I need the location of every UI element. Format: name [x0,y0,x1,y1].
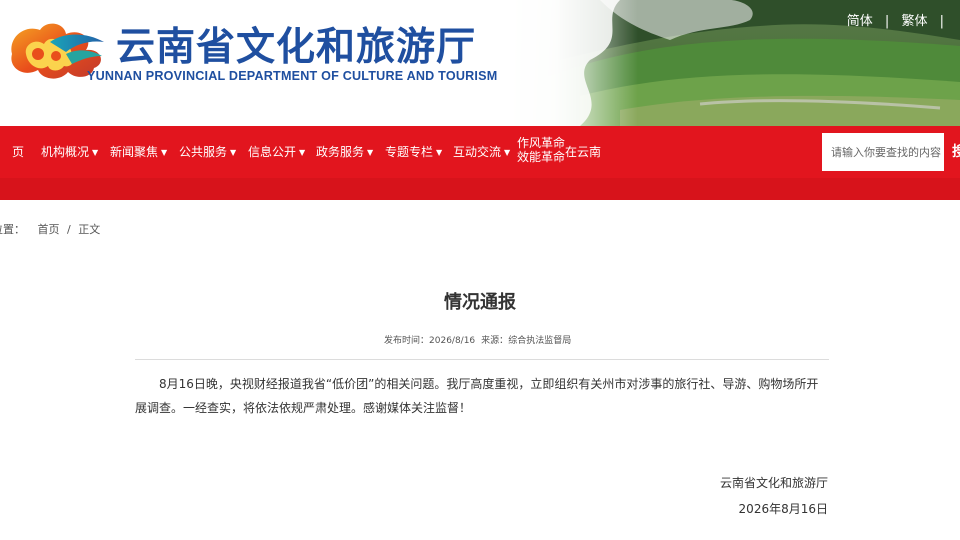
nav-item-in-yunnan[interactable]: 在云南 [565,143,601,161]
nav-item-label: 政务服务 [316,145,365,159]
article-title: 情况通报 [444,292,516,313]
signature-organization: 云南省文化和旅游厅 [719,476,828,490]
nav-item-line1: 作风革命 [517,136,566,150]
breadcrumb-prefix: 位置： [0,223,25,236]
source-label: 来源： [481,336,509,346]
nav-item-label: 在云南 [565,145,602,159]
chevron-down-icon: ▼ [230,148,237,157]
nav-item-news[interactable]: 新闻聚焦 ▼ [110,143,167,161]
title-divider [135,359,829,360]
article-meta: 发布时间：2026/8/16 来源：综合执法监督局 [384,333,571,346]
traditional-chinese-link[interactable]: 繁体 [901,10,927,29]
nav-item-work-style-revolution[interactable]: 作风革命 效能革命 [517,136,565,164]
nav-item-organization[interactable]: 机构概况 ▼ [41,143,98,161]
search-input[interactable] [822,133,944,171]
chevron-down-icon: ▼ [92,148,99,157]
nav-item-government-service[interactable]: 政务服务 ▼ [316,143,373,161]
source-value: 综合执法监督局 [508,336,572,346]
nav-item-interaction[interactable]: 互动交流 ▼ [453,143,510,161]
nav-item-label: 专题专栏 [385,145,434,159]
publish-time-value: 2026/8/16 [429,336,476,346]
search-button[interactable]: 搜索 [946,133,960,171]
nav-item-special-topics[interactable]: 专题专栏 ▼ [385,143,442,161]
site-header: 云南省文化和旅游厅 YUNNAN PROVINCIAL DEPARTMENT O… [0,0,960,126]
nav-item-label: 信息公开 [248,145,297,159]
site-title-cn[interactable]: 云南省文化和旅游厅 [116,16,476,72]
signature-date: 2026年8月16日 [738,502,828,516]
breadcrumb-home-link[interactable]: 首页 [38,223,60,236]
lang-separator-trailing: | [939,14,944,29]
language-switch: 简体 | 繁体 | [847,10,952,29]
site-title-en: YUNNAN PROVINCIAL DEPARTMENT OF CULTURE … [87,69,498,83]
main-nav-bar: 页 机构概况 ▼ 新闻聚焦 ▼ 公共服务 ▼ 信息公开 ▼ 政务服务 ▼ 专题专栏 ▼ 互动… [0,126,960,200]
chevron-down-icon: ▼ [299,148,306,157]
nav-item-label: 互动交流 [453,145,502,159]
chevron-down-icon: ▼ [436,148,443,157]
nav-bottom-band [0,178,960,200]
breadcrumb-separator: / [67,223,71,236]
nav-item-public-service[interactable]: 公共服务 ▼ [179,143,236,161]
chevron-down-icon: ▼ [504,148,511,157]
nav-item-home[interactable]: 页 [12,143,24,161]
nav-item-line2: 效能革命 [517,150,566,164]
breadcrumb-current: 正文 [78,223,101,236]
article-body: 8月16日晚，央视财经报道我省“低价团”的相关问题。我厅高度重视，立即组织有关州… [135,377,819,415]
nav-item-home-label: 页 [12,145,25,159]
nav-item-label: 公共服务 [179,145,228,159]
simplified-chinese-link[interactable]: 简体 [847,10,873,29]
publish-time-label: 发布时间： [384,336,430,346]
lang-separator: | [884,14,890,29]
nav-item-label: 新闻聚焦 [110,145,159,159]
nav-item-information[interactable]: 信息公开 ▼ [248,143,305,161]
breadcrumb: 位置： 首页 / 正文 [0,221,100,237]
chevron-down-icon: ▼ [367,148,374,157]
chevron-down-icon: ▼ [161,148,168,157]
nav-item-label: 机构概况 [41,145,90,159]
